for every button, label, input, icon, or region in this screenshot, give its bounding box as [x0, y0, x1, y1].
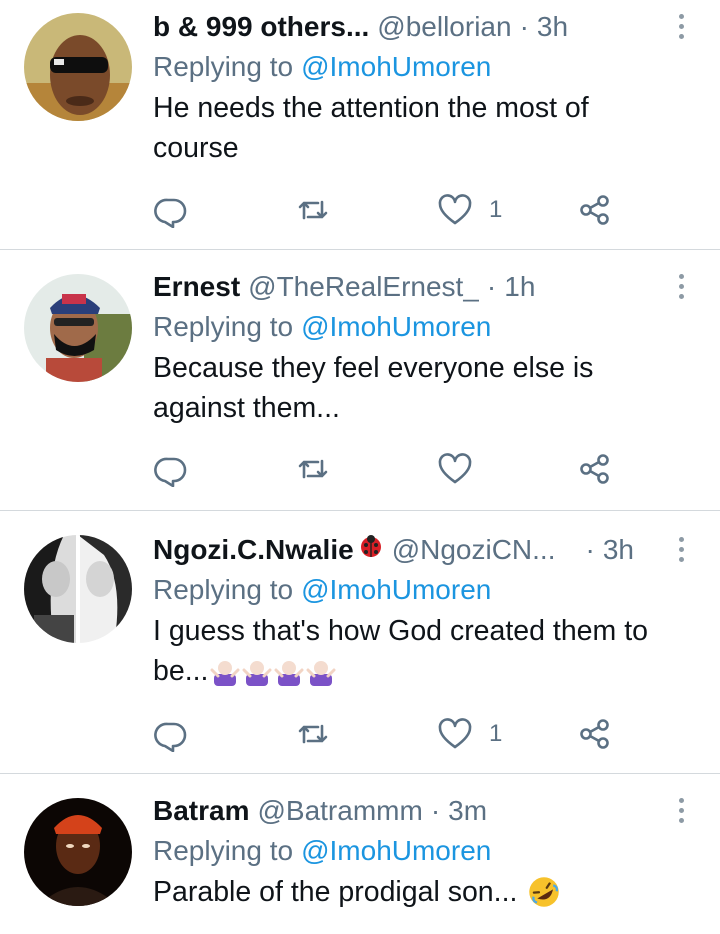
- more-vertical-icon[interactable]: [676, 537, 686, 567]
- user-handle[interactable]: @TheRealErnest_: [248, 270, 479, 304]
- avatar[interactable]: [24, 535, 132, 643]
- tweet-actions: [153, 449, 623, 489]
- timestamp[interactable]: 1h: [504, 270, 535, 304]
- tweet[interactable]: Batram @Batrammm · 3m Replying to @ImohUm…: [0, 774, 720, 934]
- rolling-laughing-emoji-icon: [529, 877, 560, 907]
- tweet-actions: 1: [153, 190, 623, 230]
- separator-dot: ·: [486, 271, 497, 302]
- user-handle[interactable]: @Batrammm: [257, 794, 422, 828]
- retweet-icon: [298, 724, 328, 744]
- share-icon: [580, 454, 609, 484]
- display-name[interactable]: b & 999 others...: [153, 10, 369, 44]
- retweet-button[interactable]: [295, 714, 331, 754]
- like-count: 1: [489, 196, 503, 223]
- display-name[interactable]: Batram: [153, 794, 249, 828]
- reply-icon: [154, 722, 187, 752]
- display-name[interactable]: Ernest: [153, 270, 240, 304]
- separator-dot: ·: [519, 11, 529, 42]
- display-name[interactable]: Ngozi.C.Nwalie: [153, 533, 354, 567]
- mention-link[interactable]: @ImohUmoren: [301, 835, 491, 866]
- mention-link[interactable]: @ImohUmoren: [301, 51, 491, 82]
- reply-button[interactable]: [153, 714, 189, 754]
- share-icon: [580, 719, 609, 749]
- person-shrugging-emoji-icon: [306, 659, 336, 686]
- retweet-button[interactable]: [295, 449, 331, 489]
- like-button[interactable]: [437, 449, 489, 489]
- replying-to-label: Replying to: [153, 51, 294, 82]
- retweet-button[interactable]: [295, 190, 331, 230]
- tweet-header: Batram @Batrammm · 3m: [153, 794, 680, 828]
- person-shrugging-emoji-icon: [274, 659, 304, 686]
- tweet-text-body: Parable of the prodigal son...: [153, 876, 518, 908]
- ladybug-emoji-icon: [360, 535, 381, 557]
- more-vertical-icon[interactable]: [676, 14, 686, 44]
- separator-dot: ·: [585, 534, 595, 565]
- share-button[interactable]: [577, 714, 613, 754]
- tweet-header: b & 999 others... @bellorian · 3h: [153, 10, 680, 44]
- reply-button[interactable]: [153, 449, 189, 489]
- timestamp[interactable]: 3m: [448, 794, 487, 828]
- replying-to: Replying to @ImohUmoren: [153, 310, 680, 344]
- separator-dot: ·: [430, 795, 441, 826]
- user-handle[interactable]: @NgoziCN...: [392, 533, 556, 567]
- like-button[interactable]: 1: [437, 714, 502, 754]
- reply-icon: [154, 198, 187, 228]
- replying-to-label: Replying to: [153, 835, 294, 866]
- tweet-text: I guess that's how God created them to b…: [153, 611, 680, 691]
- reply-icon: [154, 457, 187, 487]
- tweet-header: Ernest @TheRealErnest_ · 1h: [153, 270, 680, 304]
- tweet[interactable]: b & 999 others... @bellorian · 3h Replyi…: [0, 0, 720, 250]
- heart-icon: [438, 718, 472, 749]
- person-shrugging-emoji-icon: [210, 659, 240, 686]
- mention-link[interactable]: @ImohUmoren: [301, 574, 491, 605]
- like-button[interactable]: 1: [437, 190, 502, 230]
- timestamp[interactable]: 3h: [537, 10, 568, 44]
- share-button[interactable]: [577, 190, 613, 230]
- user-handle[interactable]: @bellorian: [377, 10, 511, 44]
- replying-to: Replying to @ImohUmoren: [153, 573, 680, 607]
- more-vertical-icon[interactable]: [676, 274, 686, 304]
- tweet-text: Because they feel everyone else is again…: [153, 352, 594, 424]
- replying-to: Replying to @ImohUmoren: [153, 834, 680, 868]
- avatar[interactable]: [24, 13, 132, 121]
- like-count: 1: [489, 720, 503, 747]
- heart-icon: [438, 194, 472, 225]
- tweet-text: Parable of the prodigal son...: [153, 872, 680, 912]
- share-button[interactable]: [577, 449, 613, 489]
- mention-link[interactable]: @ImohUmoren: [301, 311, 491, 342]
- retweet-icon: [298, 459, 328, 479]
- heart-icon: [438, 453, 472, 484]
- reply-feed: b & 999 others... @bellorian · 3h Replyi…: [0, 0, 720, 934]
- timestamp[interactable]: 3h: [603, 533, 634, 567]
- tweet-actions: 1: [153, 714, 623, 754]
- tweet[interactable]: Ernest @TheRealErnest_ · 1h Replying to @…: [0, 250, 720, 511]
- more-vertical-icon[interactable]: [676, 798, 686, 828]
- reply-button[interactable]: [153, 190, 189, 230]
- replying-to: Replying to @ImohUmoren: [153, 50, 680, 84]
- tweet[interactable]: Ngozi.C.Nwalie @NgoziCN... · 3h Replying…: [0, 511, 720, 774]
- tweet-header: Ngozi.C.Nwalie @NgoziCN... · 3h: [153, 533, 680, 567]
- replying-to-label: Replying to: [153, 574, 294, 605]
- tweet-text: He needs the attention the most of cours…: [153, 92, 589, 164]
- avatar[interactable]: [24, 798, 132, 906]
- replying-to-label: Replying to: [153, 311, 294, 342]
- share-icon: [580, 195, 609, 225]
- retweet-icon: [298, 200, 328, 220]
- person-shrugging-emoji-icon: [242, 659, 272, 686]
- avatar[interactable]: [24, 274, 132, 382]
